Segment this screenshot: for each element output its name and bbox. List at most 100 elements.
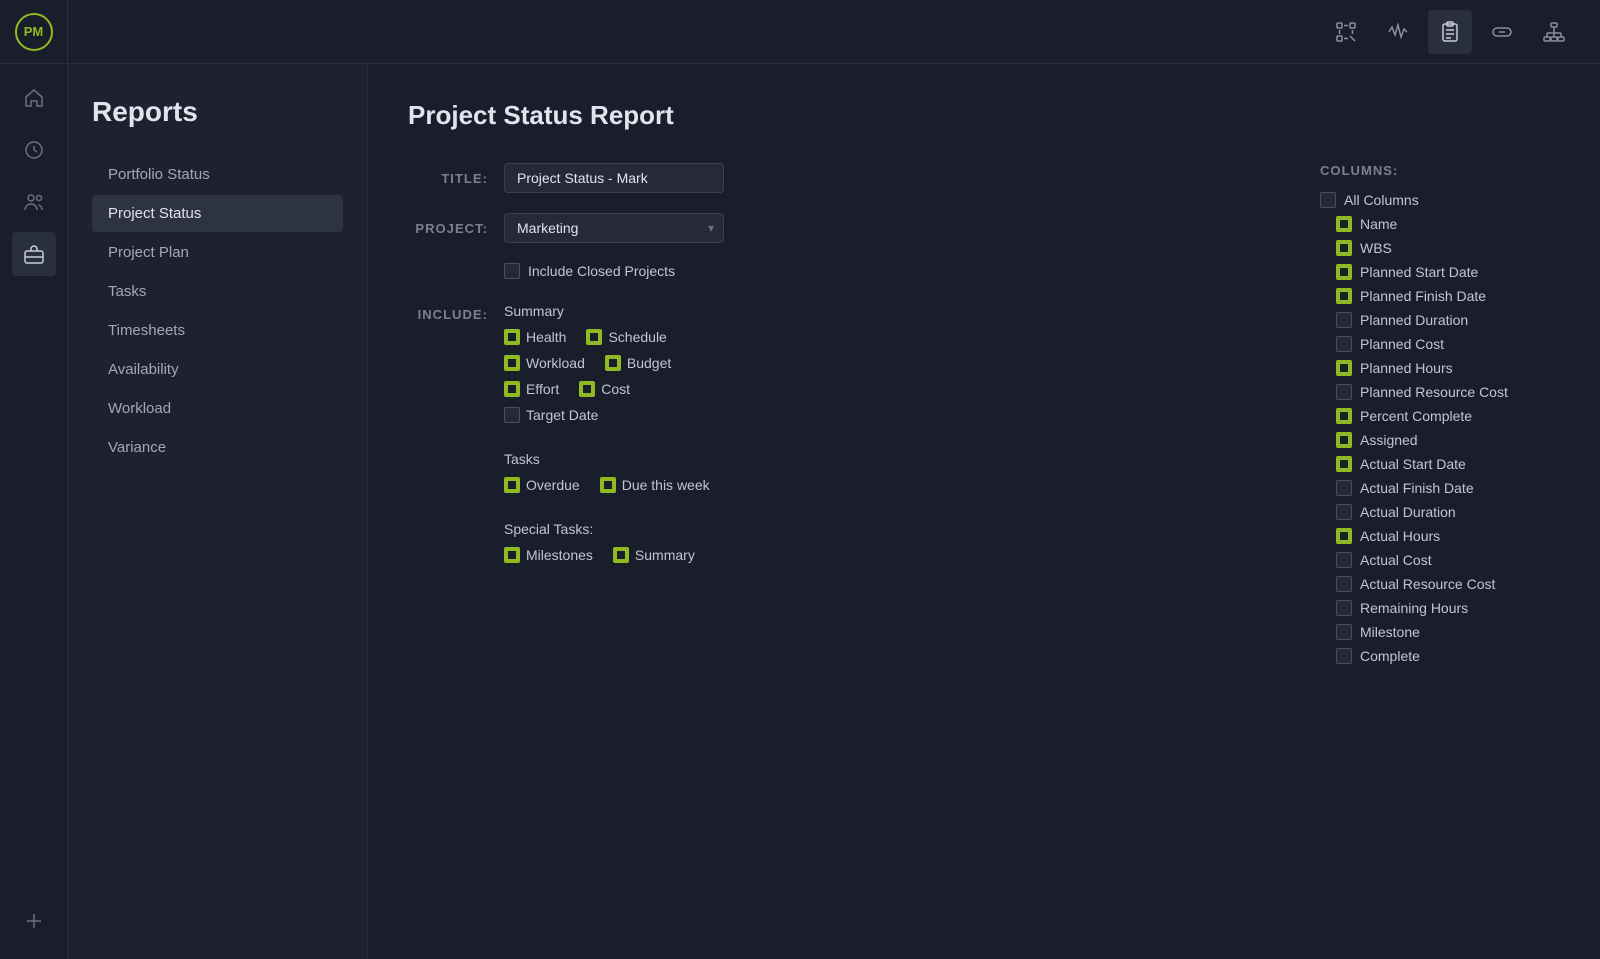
col-milestone-label: Milestone — [1360, 624, 1420, 640]
col-percent-complete-label: Percent Complete — [1360, 408, 1472, 424]
cost-check-item[interactable]: Cost — [579, 381, 630, 397]
effort-checkbox[interactable] — [504, 381, 520, 397]
milestones-check-item[interactable]: Milestones — [504, 547, 593, 563]
all-columns-item[interactable]: All Columns — [1320, 192, 1560, 208]
col-milestone-checkbox[interactable] — [1336, 624, 1352, 640]
sidebar-item-portfolio-status[interactable]: Portfolio Status — [92, 156, 343, 193]
due-this-week-check-item[interactable]: Due this week — [600, 477, 710, 493]
col-assigned-checkbox[interactable] — [1336, 432, 1352, 448]
col-actual-finish-date-checkbox[interactable] — [1336, 480, 1352, 496]
nav-briefcase-btn[interactable] — [12, 232, 56, 276]
col-wbs-checkbox[interactable] — [1336, 240, 1352, 256]
nav-people-btn[interactable] — [12, 180, 56, 224]
include-label: INCLUDE: — [408, 303, 488, 322]
col-actual-start-date-checkbox[interactable] — [1336, 456, 1352, 472]
nav-clock-btn[interactable] — [12, 128, 56, 172]
health-label: Health — [526, 329, 566, 345]
col-planned-finish-date-checkbox[interactable] — [1336, 288, 1352, 304]
workload-check-item[interactable]: Workload — [504, 355, 585, 371]
col-actual-duration[interactable]: Actual Duration — [1336, 504, 1560, 520]
col-actual-hours[interactable]: Actual Hours — [1336, 528, 1560, 544]
col-planned-resource-cost-checkbox[interactable] — [1336, 384, 1352, 400]
hierarchy-icon-btn[interactable] — [1532, 10, 1576, 54]
col-remaining-hours-checkbox[interactable] — [1336, 600, 1352, 616]
col-complete-checkbox[interactable] — [1336, 648, 1352, 664]
health-checkbox[interactable] — [504, 329, 520, 345]
col-name-label: Name — [1360, 216, 1397, 232]
overdue-check-item[interactable]: Overdue — [504, 477, 580, 493]
col-actual-cost-checkbox[interactable] — [1336, 552, 1352, 568]
cost-checkbox[interactable] — [579, 381, 595, 397]
summary-check-item[interactable]: Summary — [613, 547, 695, 563]
col-planned-cost[interactable]: Planned Cost — [1336, 336, 1560, 352]
col-planned-duration-checkbox[interactable] — [1336, 312, 1352, 328]
clipboard-icon-btn[interactable] — [1428, 10, 1472, 54]
sidebar-item-project-plan[interactable]: Project Plan — [92, 234, 343, 271]
budget-check-item[interactable]: Budget — [605, 355, 671, 371]
col-actual-resource-cost[interactable]: Actual Resource Cost — [1336, 576, 1560, 592]
title-input[interactable] — [504, 163, 724, 193]
milestones-checkbox[interactable] — [504, 547, 520, 563]
col-actual-finish-date[interactable]: Actual Finish Date — [1336, 480, 1560, 496]
col-planned-duration[interactable]: Planned Duration — [1336, 312, 1560, 328]
sidebar-item-availability[interactable]: Availability — [92, 351, 343, 388]
topbar-actions — [1324, 10, 1600, 54]
include-closed-checkbox[interactable] — [504, 263, 520, 279]
project-select[interactable]: Marketing All Projects — [504, 213, 724, 243]
page-title: Project Status Report — [408, 100, 1560, 131]
summary-checks-3: Effort Cost — [504, 381, 710, 397]
summary-checks: Health Schedule — [504, 329, 710, 345]
col-actual-finish-date-label: Actual Finish Date — [1360, 480, 1474, 496]
nav-home-btn[interactable] — [12, 76, 56, 120]
sidebar-item-timesheets[interactable]: Timesheets — [92, 312, 343, 349]
sidebar-item-tasks[interactable]: Tasks — [92, 273, 343, 310]
col-actual-resource-cost-checkbox[interactable] — [1336, 576, 1352, 592]
col-actual-duration-checkbox[interactable] — [1336, 504, 1352, 520]
sidebar-item-workload[interactable]: Workload — [92, 390, 343, 427]
col-actual-start-date[interactable]: Actual Start Date — [1336, 456, 1560, 472]
col-planned-finish-date[interactable]: Planned Finish Date — [1336, 288, 1560, 304]
sidebar-item-variance[interactable]: Variance — [92, 429, 343, 466]
target-date-check-item[interactable]: Target Date — [504, 407, 598, 423]
col-percent-complete[interactable]: Percent Complete — [1336, 408, 1560, 424]
col-actual-cost[interactable]: Actual Cost — [1336, 552, 1560, 568]
col-planned-start-date[interactable]: Planned Start Date — [1336, 264, 1560, 280]
budget-checkbox[interactable] — [605, 355, 621, 371]
workload-checkbox[interactable] — [504, 355, 520, 371]
sidebar-item-project-status[interactable]: Project Status — [92, 195, 343, 232]
col-planned-hours-checkbox[interactable] — [1336, 360, 1352, 376]
col-assigned[interactable]: Assigned — [1336, 432, 1560, 448]
col-actual-hours-checkbox[interactable] — [1336, 528, 1352, 544]
due-this-week-checkbox[interactable] — [600, 477, 616, 493]
target-date-checkbox[interactable] — [504, 407, 520, 423]
col-planned-hours[interactable]: Planned Hours — [1336, 360, 1560, 376]
include-closed-row: Include Closed Projects — [504, 263, 1280, 279]
nav-add-btn[interactable] — [12, 899, 56, 943]
scan-icon-btn[interactable] — [1324, 10, 1368, 54]
link-icon-btn[interactable] — [1480, 10, 1524, 54]
col-planned-cost-checkbox[interactable] — [1336, 336, 1352, 352]
col-name[interactable]: Name — [1336, 216, 1560, 232]
col-wbs-label: WBS — [1360, 240, 1392, 256]
due-this-week-label: Due this week — [622, 477, 710, 493]
col-planned-start-date-checkbox[interactable] — [1336, 264, 1352, 280]
col-complete[interactable]: Complete — [1336, 648, 1560, 664]
col-percent-complete-checkbox[interactable] — [1336, 408, 1352, 424]
health-check-item[interactable]: Health — [504, 329, 566, 345]
schedule-check-item[interactable]: Schedule — [586, 329, 666, 345]
columns-title: COLUMNS: — [1320, 163, 1560, 178]
waveform-icon-btn[interactable] — [1376, 10, 1420, 54]
content-wrapper: TITLE: PROJECT: Marketing All Projects ▾ — [408, 163, 1560, 672]
col-wbs[interactable]: WBS — [1336, 240, 1560, 256]
schedule-checkbox[interactable] — [586, 329, 602, 345]
col-remaining-hours[interactable]: Remaining Hours — [1336, 600, 1560, 616]
effort-check-item[interactable]: Effort — [504, 381, 559, 397]
all-columns-checkbox[interactable] — [1320, 192, 1336, 208]
tasks-group-title: Tasks — [504, 451, 710, 467]
pm-logo: PM — [15, 13, 53, 51]
col-milestone[interactable]: Milestone — [1336, 624, 1560, 640]
overdue-checkbox[interactable] — [504, 477, 520, 493]
summary-checkbox[interactable] — [613, 547, 629, 563]
col-name-checkbox[interactable] — [1336, 216, 1352, 232]
col-planned-resource-cost[interactable]: Planned Resource Cost — [1336, 384, 1560, 400]
